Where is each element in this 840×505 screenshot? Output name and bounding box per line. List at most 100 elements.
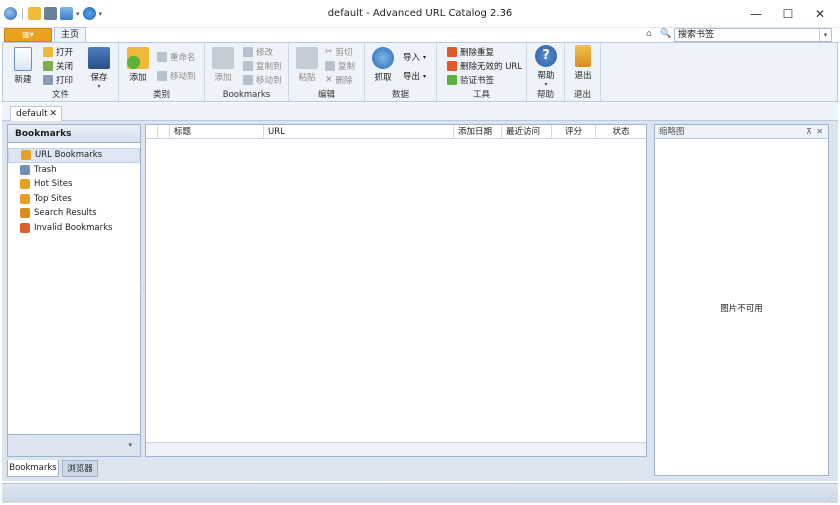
help-icon: ?: [535, 45, 557, 67]
delete-label: 删除: [335, 76, 353, 86]
tree-item[interactable]: Trash: [8, 163, 140, 178]
tree-item-label: Trash: [34, 164, 57, 175]
add-category-button[interactable]: 添加: [125, 47, 151, 83]
bookmark-list: 标题 URL 添加日期 最近访问 评分 状态: [145, 124, 647, 457]
document-tab[interactable]: default ✕: [10, 106, 62, 122]
window-title: default - Advanced URL Catalog 2.36: [327, 8, 513, 19]
duplicate-icon: [447, 47, 457, 57]
search-icon: [20, 208, 30, 219]
verify-button[interactable]: 验证书签: [447, 74, 494, 86]
delete-button[interactable]: ✕ 删除: [325, 74, 353, 86]
tree-item[interactable]: Hot Sites: [8, 177, 140, 192]
group-label-bookmarks: Bookmarks: [222, 90, 271, 100]
column-rating[interactable]: 评分: [552, 125, 596, 139]
list-header: 标题 URL 添加日期 最近访问 评分 状态: [146, 125, 646, 139]
maximize-button[interactable]: ☐: [772, 3, 804, 25]
paste-label: 粘贴: [298, 73, 316, 83]
move-category-button[interactable]: 移动到: [157, 70, 196, 82]
copy-button[interactable]: 复制: [325, 60, 355, 72]
invalid-url-icon: [447, 61, 457, 71]
save-label: 保存: [90, 73, 108, 83]
left-bottom-tabs: Bookmarks 浏览器: [7, 460, 141, 477]
print-label: 打印: [56, 76, 74, 86]
column-select[interactable]: [146, 125, 158, 139]
search-icon: 🔍: [660, 29, 672, 39]
add-folder-icon: [127, 47, 149, 69]
copy-to-button[interactable]: 复制到: [243, 60, 282, 72]
close-file-button[interactable]: 关闭: [43, 60, 73, 72]
save-button[interactable]: 保存 ▾: [87, 47, 111, 90]
group-label-edit: 编辑: [317, 90, 335, 100]
import-label: 导入: [403, 53, 421, 63]
copy-label: 复制: [338, 62, 356, 72]
folder-star-icon: [21, 150, 31, 161]
import-button[interactable]: 导入 ▾: [403, 51, 426, 63]
status-bar: ⋰: [2, 483, 838, 503]
paste-button[interactable]: 粘贴: [295, 47, 319, 83]
print-button[interactable]: 打印: [43, 74, 73, 86]
minimize-button[interactable]: —: [740, 3, 772, 25]
chevron-down-icon: ▾: [423, 53, 427, 61]
save-disk-icon: [88, 47, 110, 69]
column-url[interactable]: URL: [264, 125, 454, 139]
resize-grip-icon[interactable]: ⋰: [828, 493, 835, 501]
open-button[interactable]: 打开: [43, 46, 73, 58]
tree-item[interactable]: URL Bookmarks: [8, 148, 140, 163]
rename-category-button[interactable]: 重命名: [157, 51, 196, 63]
pin-icon[interactable]: ⊼: [806, 125, 812, 139]
application-menu-button[interactable]: ▥▾: [4, 28, 52, 42]
column-date-added[interactable]: 添加日期: [454, 125, 502, 139]
collapse-ribbon-icon[interactable]: ⌂: [646, 29, 652, 39]
fetch-label: 抓取: [374, 73, 392, 83]
tree-item-label: Top Sites: [34, 193, 72, 204]
document-tab-strip: default ✕: [2, 103, 838, 122]
bookmark-tree: URL Bookmarks Trash Hot Sites Top Sites Sear…: [8, 143, 140, 235]
column-title[interactable]: 标题: [170, 125, 264, 139]
tab-bookmarks[interactable]: Bookmarks: [7, 460, 59, 477]
export-button[interactable]: 导出 ▾: [403, 70, 426, 82]
verify-label: 验证书签: [460, 76, 495, 86]
tree-item[interactable]: Top Sites: [8, 192, 140, 207]
paste-icon: [296, 47, 318, 69]
group-label-tools: 工具: [472, 90, 490, 100]
close-button[interactable]: ✕: [804, 3, 836, 25]
horizontal-scrollbar[interactable]: [146, 442, 646, 456]
column-last-visited[interactable]: 最近访问: [502, 125, 552, 139]
rename-label: 重命名: [170, 53, 196, 63]
hot-folder-icon: [20, 179, 30, 190]
group-exit: 退出 退出: [565, 43, 601, 101]
tree-item[interactable]: Invalid Bookmarks: [8, 221, 140, 236]
tab-browser[interactable]: 浏览器: [62, 460, 98, 477]
title-bar: ▾ ▾ default - Advanced URL Catalog 2.36 …: [0, 0, 840, 28]
tree-item[interactable]: Search Results: [8, 206, 140, 221]
fetch-button[interactable]: 抓取: [371, 47, 395, 83]
modify-bookmark-button[interactable]: 修改: [243, 46, 273, 58]
document-tab-label: default: [16, 109, 48, 119]
edit-icon: [243, 47, 253, 57]
thumbnail-panel: 缩略图 ⊼ ✕ 图片不可用: [654, 124, 829, 476]
search-dropdown-icon[interactable]: ▾: [819, 29, 831, 41]
invalid-folder-icon: [20, 222, 30, 233]
close-tab-icon[interactable]: ✕: [49, 107, 57, 121]
new-button[interactable]: 新建: [11, 47, 35, 85]
tab-home[interactable]: 主页: [54, 27, 86, 43]
cut-button[interactable]: ✂ 剪切: [325, 46, 353, 58]
add-bookmark-button[interactable]: 添加: [211, 47, 235, 83]
group-file: 新建 打开 关闭 打印 保存 ▾ 文件: [3, 43, 119, 101]
move-category-label: 移动到: [170, 72, 196, 82]
column-icon[interactable]: [158, 125, 170, 139]
delete-invalid-button[interactable]: 删除无效的 URL: [447, 60, 522, 72]
chevron-down-icon[interactable]: ▾: [128, 441, 132, 449]
help-button[interactable]: ? 帮助 ▾: [533, 45, 559, 88]
printer-icon: [43, 75, 53, 85]
add-bookmark-icon: [212, 47, 234, 69]
exit-door-icon: [575, 45, 591, 67]
search-input[interactable]: 搜索书签 ▾: [674, 28, 832, 42]
exit-button[interactable]: 退出: [571, 45, 595, 81]
close-panel-icon[interactable]: ✕: [816, 125, 823, 139]
copy-icon: [325, 61, 335, 71]
delete-duplicates-button[interactable]: 删除重复: [447, 46, 494, 58]
column-status[interactable]: 状态: [596, 125, 646, 139]
move-bookmark-button[interactable]: 移动到: [243, 74, 282, 86]
search-input-value: 搜索书签: [678, 30, 715, 40]
